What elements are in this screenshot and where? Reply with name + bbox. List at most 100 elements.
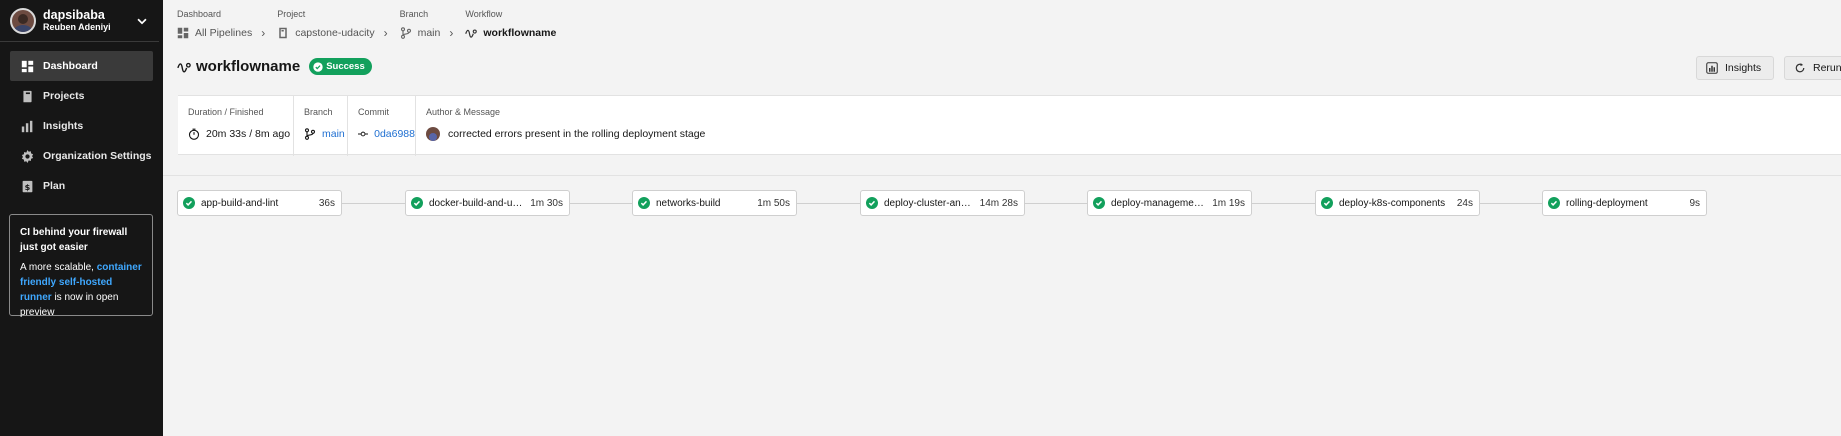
page-title: workflowname xyxy=(196,58,301,75)
sidebar-item-plan[interactable]: $ Plan xyxy=(10,171,153,201)
sidebar-item-label: Organization Settings xyxy=(43,150,152,162)
success-check-icon xyxy=(183,197,195,209)
job-docker-build-and-upload[interactable]: docker-build-and-uplo... 1m 30s xyxy=(405,190,570,216)
job-connector xyxy=(570,203,632,204)
breadcrumb-value: capstone-udacity xyxy=(295,27,375,39)
svg-text:$: $ xyxy=(25,181,31,191)
success-check-icon xyxy=(866,197,878,209)
duration-value: 20m 33s / 8m ago xyxy=(206,128,291,140)
insights-icon xyxy=(21,120,33,132)
sidebar-item-dashboard[interactable]: Dashboard xyxy=(10,51,153,81)
sidebar-item-projects[interactable]: Projects xyxy=(10,81,153,111)
job-app-build-and-lint[interactable]: app-build-and-lint 36s xyxy=(177,190,342,216)
chevron-down-icon[interactable] xyxy=(135,14,149,28)
job-duration: 1m 30s xyxy=(530,197,563,209)
workflow-header: workflowname Success xyxy=(177,58,372,75)
job-deploy-k8s-components[interactable]: deploy-k8s-components 24s xyxy=(1315,190,1480,216)
check-circle-icon xyxy=(313,61,323,72)
chevron-right-icon: › xyxy=(383,26,388,40)
workflow-info-bar: Duration / Finished 20m 33s / 8m ago Bra… xyxy=(178,95,1841,156)
commit-value-row[interactable]: 0da6988 xyxy=(358,125,415,143)
job-name: deploy-k8s-components xyxy=(1339,197,1446,209)
job-deploy-cluster[interactable]: deploy-cluster-and-n... 14m 28s xyxy=(860,190,1025,216)
success-check-icon xyxy=(1321,197,1333,209)
plan-icon: $ xyxy=(22,180,33,192)
sidebar-item-label: Dashboard xyxy=(43,60,98,72)
breadcrumb-link-project[interactable]: capstone-udacity › xyxy=(277,25,388,41)
breadcrumb-link-branch[interactable]: main › xyxy=(400,25,454,41)
breadcrumb-project: Project capstone-udacity › xyxy=(277,8,387,41)
job-duration: 36s xyxy=(318,197,335,209)
dashboard-icon xyxy=(21,60,34,72)
branch-link[interactable]: main xyxy=(322,128,345,140)
breadcrumb: Dashboard All Pipelines › Project capsto… xyxy=(177,8,568,41)
promo-prefix: A more scalable, xyxy=(20,262,94,273)
insights-button[interactable]: Insights xyxy=(1696,56,1774,80)
job-duration: 1m 50s xyxy=(757,197,790,209)
commit-label: Commit xyxy=(358,107,389,117)
duration-value-row: 20m 33s / 8m ago xyxy=(188,125,293,143)
chevron-right-icon: › xyxy=(449,26,454,40)
chevron-right-icon: › xyxy=(261,26,266,40)
branch-icon xyxy=(304,128,316,140)
author-label: Author & Message xyxy=(426,107,501,117)
divider xyxy=(163,175,1841,176)
project-icon xyxy=(279,27,287,39)
success-check-icon xyxy=(1093,197,1105,209)
dashboard-icon xyxy=(177,27,189,39)
self-hosted-runner-promo: CI behind your firewall just got easier … xyxy=(9,214,153,318)
breadcrumb-branch: Branch main › xyxy=(400,8,454,41)
breadcrumb-link-all-pipelines[interactable]: All Pipelines › xyxy=(177,25,265,41)
breadcrumb-current-workflow: workflowname xyxy=(465,25,556,41)
job-pipeline: app-build-and-lint 36s docker-build-and-… xyxy=(177,190,1707,220)
breadcrumb-label: Branch xyxy=(399,9,429,19)
job-connector xyxy=(1025,203,1087,204)
sidebar: dapsibaba Reuben Adeniyi Dashboard Proje… xyxy=(0,0,163,436)
breadcrumb-label: Project xyxy=(277,9,306,19)
user-switcher[interactable]: dapsibaba Reuben Adeniyi xyxy=(0,0,159,42)
breadcrumb-workflow: Workflow workflowname xyxy=(465,8,556,41)
rerun-button[interactable]: Rerun xyxy=(1784,56,1841,80)
status-text: Success xyxy=(326,61,365,72)
job-name: networks-build xyxy=(656,197,721,209)
insights-button-label: Insights xyxy=(1725,62,1762,74)
gear-icon xyxy=(21,149,34,163)
sidebar-item-label: Plan xyxy=(43,180,66,192)
main-content: Dashboard All Pipelines › Project capsto… xyxy=(163,0,1841,436)
breadcrumb-dashboard: Dashboard All Pipelines › xyxy=(177,8,265,41)
job-duration: 9s xyxy=(1689,197,1700,209)
status-badge: Success xyxy=(309,58,372,75)
branch-value-row[interactable]: main xyxy=(304,125,347,143)
job-rolling-deployment[interactable]: rolling-deployment 9s xyxy=(1542,190,1707,216)
sidebar-nav: Dashboard Projects Insights Organization… xyxy=(0,51,163,201)
job-name: deploy-cluster-and-n... xyxy=(884,197,976,209)
rerun-icon xyxy=(1795,63,1805,73)
breadcrumb-label: Dashboard xyxy=(177,9,222,19)
job-deploy-management[interactable]: deploy-management-... 1m 19s xyxy=(1087,190,1252,216)
commit-message: corrected errors present in the rolling … xyxy=(448,128,706,140)
job-name: docker-build-and-uplo... xyxy=(429,197,527,209)
job-networks-build[interactable]: networks-build 1m 50s xyxy=(632,190,797,216)
commit-link[interactable]: 0da6988 xyxy=(374,128,415,140)
sidebar-item-label: Projects xyxy=(43,90,85,102)
job-duration: 14m 28s xyxy=(979,197,1018,209)
duration-cell: Duration / Finished 20m 33s / 8m ago xyxy=(178,96,294,156)
promo-body: A more scalable, container friendly self… xyxy=(20,260,142,320)
success-check-icon xyxy=(1548,197,1560,209)
branch-icon xyxy=(400,27,411,39)
breadcrumb-label: Workflow xyxy=(465,9,503,19)
timer-icon xyxy=(188,128,200,140)
sidebar-item-insights[interactable]: Insights xyxy=(10,111,153,141)
job-duration: 24s xyxy=(1456,197,1473,209)
job-connector xyxy=(797,203,860,204)
breadcrumb-value: main xyxy=(417,27,441,39)
job-name: app-build-and-lint xyxy=(201,197,279,209)
commit-cell: Commit 0da6988 xyxy=(348,96,416,156)
breadcrumb-value: All Pipelines xyxy=(195,27,253,39)
sidebar-item-organization-settings[interactable]: Organization Settings xyxy=(10,141,153,171)
author-cell: Author & Message corrected errors presen… xyxy=(416,96,1841,156)
job-connector xyxy=(1480,203,1542,204)
success-check-icon xyxy=(638,197,650,209)
user-full-name: Reuben Adeniyi xyxy=(43,22,111,32)
branch-cell: Branch main xyxy=(294,96,348,156)
